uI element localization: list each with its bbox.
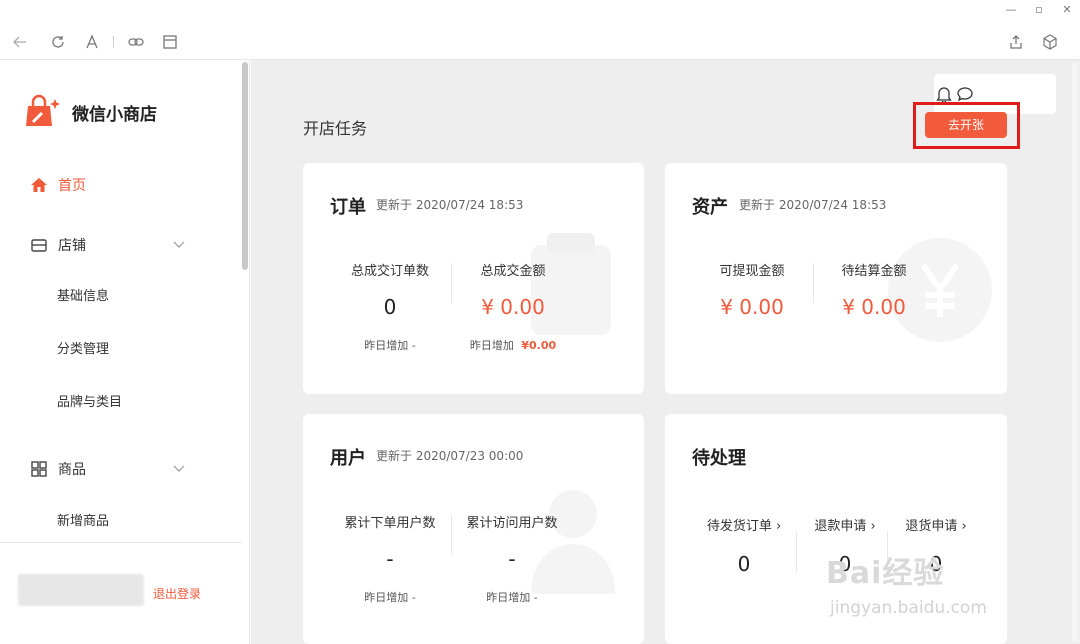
metric-value: 0 <box>737 552 751 576</box>
users-updated-time: 更新于 2020/07/23 00:00 <box>376 449 524 463</box>
metric-sub-value: - <box>533 591 538 604</box>
metric-pending-settlement: 待结算金额 ¥ 0.00 <box>804 260 944 319</box>
link-icon[interactable] <box>128 34 144 50</box>
users-card: 用户 更新于 2020/07/23 00:00 累计下单用户数 - 昨日增加 -… <box>303 414 644 644</box>
baidu-watermark: Bai经验 <box>826 556 945 591</box>
share-icon[interactable] <box>1008 34 1024 50</box>
main-scrollbar[interactable] <box>1072 62 1078 642</box>
metric-label: 累计下单用户数 <box>344 516 436 531</box>
metric-label: 退款申请 › <box>814 519 876 534</box>
sidebar-item-goods[interactable]: 商品 <box>30 459 86 479</box>
baidu-watermark-url: jingyan.baidu.com <box>830 598 987 618</box>
assets-card: 资产 更新于 2020/07/24 18:53 可提现金额 ¥ 0.00 待结算… <box>665 163 1007 394</box>
metric-label: 可提现金额 <box>719 264 785 279</box>
chevron-down-icon[interactable] <box>172 461 186 475</box>
metric-sub: 昨日增加 ¥0.00 <box>443 337 583 353</box>
metric-sub-value: - <box>411 339 416 352</box>
grid-icon <box>30 460 48 478</box>
home-icon <box>30 176 48 194</box>
metric-sub-label: 昨日增加 <box>486 591 531 604</box>
users-card-title: 用户 <box>330 448 366 469</box>
metric-label: 累计访问用户数 <box>466 516 558 531</box>
close-icon[interactable]: ✕ <box>1060 3 1074 16</box>
window-titlebar: — ▫ ✕ <box>0 0 1080 22</box>
brand-name: 微信小商店 <box>72 104 157 125</box>
open-store-button[interactable]: 去开张 <box>925 112 1007 138</box>
refresh-icon[interactable] <box>50 34 66 50</box>
cube-icon[interactable] <box>1042 34 1058 50</box>
metric-sub-label: 昨日增加 <box>364 339 409 352</box>
metric-withdrawable: 可提现金额 ¥ 0.00 <box>682 260 822 319</box>
sidebar-item-label: 店铺 <box>58 238 86 254</box>
page-title: 开店任务 <box>303 119 368 138</box>
orders-card-title: 订单 <box>330 197 366 218</box>
font-icon[interactable] <box>84 34 100 50</box>
pending-item-shipping[interactable]: 待发货订单 › 0 <box>675 515 813 576</box>
layout-icon[interactable] <box>162 34 178 50</box>
metric-sub: 昨日增加 - <box>442 589 582 605</box>
metric-total-amount: 总成交金额 ¥ 0.00 昨日增加 ¥0.00 <box>443 260 583 353</box>
brand: 微信小商店 <box>24 94 157 130</box>
metric-sub-value: - <box>411 591 416 604</box>
chevron-down-icon[interactable] <box>172 237 186 251</box>
orders-card: 订单 更新于 2020/07/24 18:53 总成交订单数 0 昨日增加 - … <box>303 163 644 394</box>
sidebar-scrollbar[interactable] <box>242 62 248 270</box>
metric-label: 待发货订单 › <box>706 519 782 534</box>
notification-icons <box>936 85 974 103</box>
metric-sub: 昨日增加 - <box>320 589 460 605</box>
toolbar-separator <box>113 36 114 48</box>
metric-visiting-users: 累计访问用户数 - 昨日增加 - <box>442 512 582 605</box>
assets-updated-time: 更新于 2020/07/24 18:53 <box>739 198 887 212</box>
minimize-icon[interactable]: — <box>1004 3 1018 16</box>
metric-sub-value: ¥0.00 <box>521 339 557 352</box>
restore-icon[interactable]: ▫ <box>1032 3 1046 16</box>
bell-icon[interactable] <box>936 85 952 103</box>
metric-value: - <box>508 547 516 571</box>
metric-value: - <box>386 547 394 571</box>
shop-logo-icon <box>26 94 60 126</box>
metric-sub-label: 昨日增加 <box>364 591 409 604</box>
pending-card-title: 待处理 <box>692 448 746 469</box>
metric-value: ¥ 0.00 <box>842 295 906 319</box>
sidebar-item-home[interactable]: 首页 <box>30 175 86 195</box>
sidebar-item-label: 首页 <box>58 178 86 194</box>
sidebar-subitem-brand-category[interactable]: 品牌与类目 <box>57 391 122 410</box>
metric-value: ¥ 0.00 <box>720 295 784 319</box>
metric-label: 总成交订单数 <box>350 264 429 279</box>
chat-icon[interactable] <box>956 85 974 103</box>
metric-ordering-users: 累计下单用户数 - 昨日增加 - <box>320 512 460 605</box>
avatar <box>18 574 144 606</box>
orders-updated-time: 更新于 2020/07/24 18:53 <box>376 198 524 212</box>
sidebar: 微信小商店 首页 店铺 基础信息 分类管理 品牌与类目 商品 新增商品 退出登录 <box>0 60 250 644</box>
metric-total-orders: 总成交订单数 0 昨日增加 - <box>320 260 460 353</box>
metric-value: 0 <box>383 295 397 319</box>
store-icon <box>30 236 48 254</box>
metric-label: 总成交金额 <box>480 264 546 279</box>
metric-label: 待结算金额 <box>841 264 907 279</box>
toolbar <box>0 22 1080 60</box>
back-icon[interactable] <box>12 34 28 50</box>
metric-sub-label: 昨日增加 <box>469 339 514 352</box>
metric-label: 退货申请 › <box>905 519 967 534</box>
metric-divider <box>796 532 797 572</box>
sidebar-divider <box>0 542 242 543</box>
sidebar-item-store[interactable]: 店铺 <box>30 235 86 255</box>
sidebar-subitem-basic-info[interactable]: 基础信息 <box>57 285 109 304</box>
metric-sub: 昨日增加 - <box>320 337 460 353</box>
metric-value: ¥ 0.00 <box>481 295 545 319</box>
assets-card-title: 资产 <box>692 197 728 218</box>
sidebar-subitem-new-goods[interactable]: 新增商品 <box>57 510 109 529</box>
logout-link[interactable]: 退出登录 <box>153 585 201 602</box>
sidebar-subitem-category-management[interactable]: 分类管理 <box>57 338 109 357</box>
sidebar-item-label: 商品 <box>58 462 86 478</box>
